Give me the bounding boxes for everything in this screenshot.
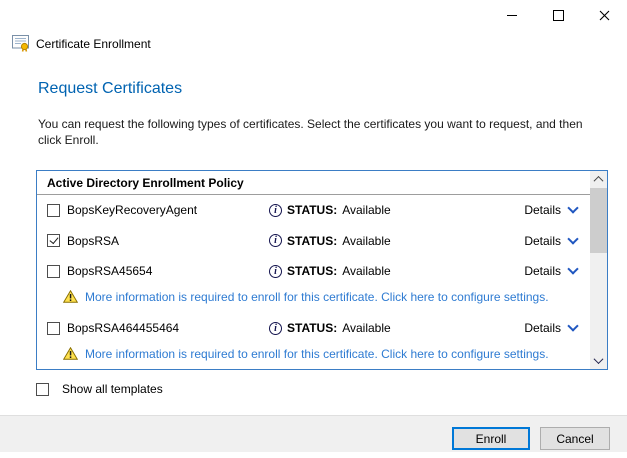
status-label: STATUS: bbox=[287, 264, 337, 278]
status-group: i STATUS: Available bbox=[269, 264, 391, 278]
chevron-down-icon bbox=[594, 354, 604, 364]
details-label: Details bbox=[524, 203, 561, 217]
certificate-row: BopsRSA464455464 i STATUS: Available Details bbox=[37, 313, 590, 343]
certificate-name[interactable]: BopsRSA464455464 bbox=[67, 321, 179, 335]
status-label: STATUS: bbox=[287, 321, 337, 335]
certificate-checkbox[interactable] bbox=[47, 204, 60, 217]
details-label: Details bbox=[524, 264, 561, 278]
details-button[interactable]: Details bbox=[524, 234, 577, 248]
chevron-down-icon bbox=[567, 233, 578, 244]
window-controls bbox=[489, 0, 627, 30]
certificate-name[interactable]: BopsRSA45654 bbox=[67, 264, 152, 278]
minimize-icon bbox=[507, 15, 517, 16]
certificate-checkbox[interactable] bbox=[47, 322, 60, 335]
warning-link[interactable]: More information is required to enroll f… bbox=[85, 290, 549, 304]
certificate-name[interactable]: BopsKeyRecoveryAgent bbox=[67, 203, 197, 217]
certificate-row: BopsKeyRecoveryAgent i STATUS: Available Det… bbox=[37, 195, 590, 225]
certificate-icon bbox=[12, 35, 30, 52]
status-group: i STATUS: Available bbox=[269, 321, 391, 335]
cancel-button[interactable]: Cancel bbox=[540, 427, 610, 450]
certificate-row: BopsRSA i STATUS: Available Details bbox=[37, 225, 590, 256]
scrollbar-track[interactable] bbox=[590, 253, 607, 352]
warning-icon bbox=[63, 347, 78, 360]
details-label: Details bbox=[524, 321, 561, 335]
enrollment-policy-header: Active Directory Enrollment Policy bbox=[37, 171, 590, 195]
chevron-down-icon bbox=[567, 202, 578, 213]
certificate-row: BopsRSA45654 i STATUS: Available Details bbox=[37, 256, 590, 286]
maximize-icon bbox=[553, 10, 564, 21]
close-button[interactable] bbox=[581, 0, 627, 30]
vertical-scrollbar bbox=[590, 171, 607, 369]
status-value: Available bbox=[342, 203, 390, 217]
status-label: STATUS: bbox=[287, 234, 337, 248]
status-value: Available bbox=[342, 234, 390, 248]
status-group: i STATUS: Available bbox=[269, 234, 391, 248]
chevron-up-icon bbox=[594, 176, 604, 186]
app-header: Certificate Enrollment bbox=[12, 35, 151, 52]
footer-buttons: Enroll Cancel bbox=[452, 427, 610, 450]
enroll-button[interactable]: Enroll bbox=[452, 427, 530, 450]
details-button[interactable]: Details bbox=[524, 203, 577, 217]
certificate-warning: More information is required to enroll f… bbox=[37, 286, 590, 307]
status-value: Available bbox=[342, 321, 390, 335]
certificate-checkbox[interactable] bbox=[47, 265, 60, 278]
app-title: Certificate Enrollment bbox=[36, 37, 151, 51]
status-label: STATUS: bbox=[287, 203, 337, 217]
checkbox-icon bbox=[36, 383, 49, 396]
minimize-button[interactable] bbox=[489, 0, 535, 30]
scrollbar-thumb[interactable] bbox=[590, 188, 607, 253]
certificate-warning: More information is required to enroll f… bbox=[37, 343, 590, 364]
scrollbar-up-button[interactable] bbox=[590, 171, 607, 188]
status-value: Available bbox=[342, 264, 390, 278]
info-icon: i bbox=[269, 265, 282, 278]
info-icon: i bbox=[269, 322, 282, 335]
warning-icon bbox=[63, 290, 78, 303]
show-all-templates-checkbox[interactable]: Show all templates bbox=[36, 382, 163, 396]
status-group: i STATUS: Available bbox=[269, 203, 391, 217]
close-icon bbox=[599, 10, 610, 21]
certificate-name[interactable]: BopsRSA bbox=[67, 234, 119, 248]
show-all-templates-label: Show all templates bbox=[62, 382, 163, 396]
certificate-list-rows: Active Directory Enrollment Policy BopsK… bbox=[37, 171, 590, 369]
footer-bar: Enroll Cancel bbox=[0, 415, 627, 452]
warning-link[interactable]: More information is required to enroll f… bbox=[85, 347, 549, 361]
info-icon: i bbox=[269, 234, 282, 247]
details-button[interactable]: Details bbox=[524, 321, 577, 335]
certificate-listbox: Active Directory Enrollment Policy BopsK… bbox=[36, 170, 608, 370]
certificate-checkbox[interactable] bbox=[47, 234, 60, 247]
details-label: Details bbox=[524, 234, 561, 248]
page-title: Request Certificates bbox=[38, 80, 182, 98]
scrollbar-down-button[interactable] bbox=[590, 352, 607, 369]
chevron-down-icon bbox=[567, 263, 578, 274]
chevron-down-icon bbox=[567, 320, 578, 331]
page-description: You can request the following types of c… bbox=[38, 116, 596, 148]
details-button[interactable]: Details bbox=[524, 264, 577, 278]
info-icon: i bbox=[269, 204, 282, 217]
maximize-button[interactable] bbox=[535, 0, 581, 30]
